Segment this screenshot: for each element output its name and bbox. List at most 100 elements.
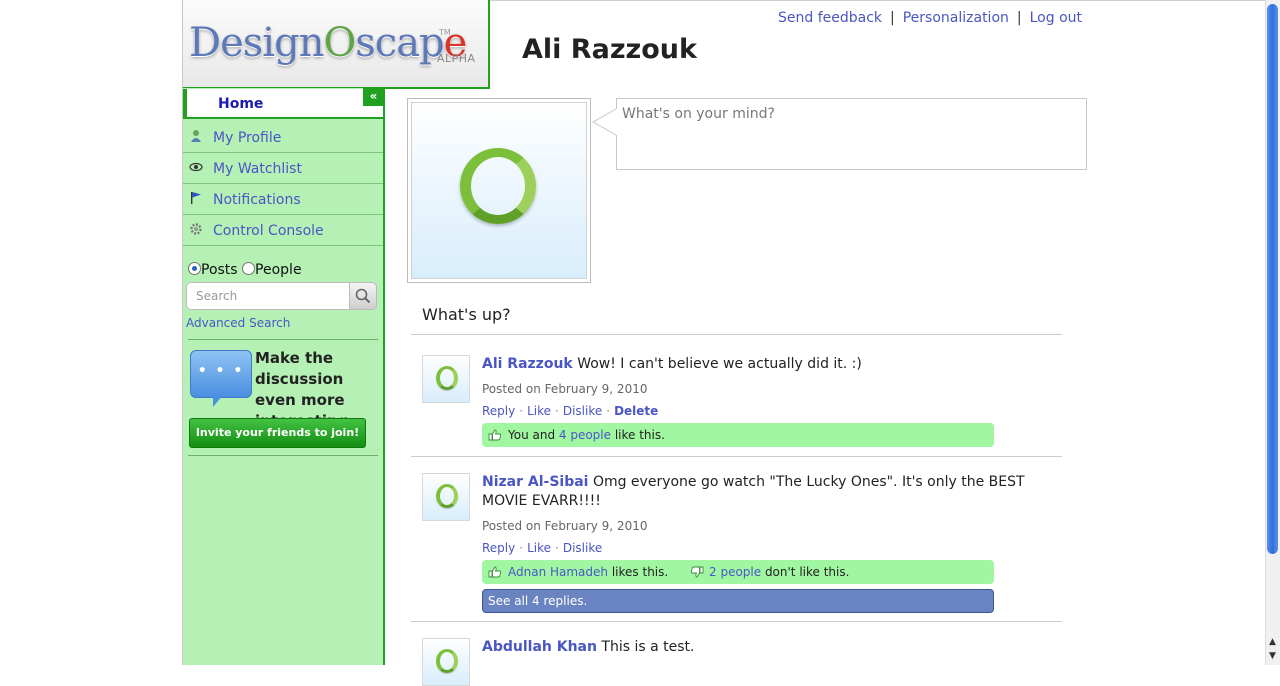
sidebar-item-label: My Profile (213, 130, 282, 146)
gear-icon (189, 222, 203, 236)
sidebar-item-my-profile[interactable]: My Profile (183, 122, 383, 153)
sidebar-item-control-console[interactable]: Control Console (183, 215, 383, 246)
post-author-link[interactable]: Abdullah Khan (482, 639, 597, 655)
post-avatar[interactable] (422, 355, 470, 403)
sidebar-item-label: Control Console (213, 223, 324, 239)
search-button[interactable] (349, 282, 377, 310)
logo-edition: ALPHA (437, 52, 476, 65)
like-link[interactable]: Like (527, 404, 551, 418)
personalization-link[interactable]: Personalization (903, 10, 1009, 26)
avatar-logo-ring (460, 148, 536, 224)
eye-icon (189, 160, 203, 174)
search-input[interactable] (186, 282, 349, 310)
see-all-replies-button[interactable]: See all 4 replies. (482, 589, 994, 613)
post-author-link[interactable]: Ali Razzouk (482, 356, 573, 372)
post-avatar[interactable] (422, 638, 470, 686)
chat-bubble-dots: • • • (197, 363, 245, 379)
scroll-down-icon[interactable]: ▼ (1267, 650, 1278, 662)
action-separator: · (519, 404, 524, 418)
sidebar-item-label: My Watchlist (213, 161, 302, 177)
likes-suffix: likes this. (608, 565, 669, 579)
profile-picture[interactable] (407, 98, 591, 283)
post-text: Wow! I can't believe we actually did it.… (577, 356, 862, 372)
likes-text: You and 4 people like this. (508, 423, 665, 447)
search-box (186, 282, 378, 312)
top-links: Send feedback | Personalization | Log out (778, 10, 1082, 26)
post-divider (411, 621, 1062, 622)
likers-link[interactable]: 4 people (559, 428, 611, 442)
post-body: Nizar Al-Sibai Omg everyone go watch "Th… (482, 473, 1042, 511)
posts-radio[interactable] (188, 262, 201, 275)
likes-text: Adnan Hamadeh likes this. (508, 560, 668, 584)
search-icon (355, 288, 371, 304)
dislike-link[interactable]: Dislike (563, 404, 602, 418)
post-date: Posted on February 9, 2010 (482, 519, 648, 533)
sidebar-item-home[interactable]: Home (183, 89, 383, 119)
people-radio-label[interactable]: People (255, 262, 302, 278)
likes-suffix: like this. (611, 428, 665, 442)
post-body: Abdullah Khan This is a test. (482, 638, 1042, 657)
feed-divider (411, 334, 1062, 335)
post-actions: Reply · Like · Dislike (482, 541, 602, 555)
flag-icon (189, 191, 203, 205)
page-title: Ali Razzouk (522, 34, 697, 65)
thumbs-up-icon (488, 566, 502, 578)
scroll-up-icon[interactable]: ▲ (1267, 636, 1278, 648)
chat-bubble-icon: • • • (190, 350, 252, 407)
action-separator: · (555, 404, 559, 418)
avatar-logo-ring (436, 366, 458, 390)
action-separator: · (555, 541, 559, 555)
posts-radio-label[interactable]: Posts (201, 262, 238, 278)
people-radio[interactable] (242, 262, 256, 275)
feed-title: What's up? (422, 305, 511, 324)
post-text: This is a test. (601, 639, 695, 655)
thumbs-up-icon (488, 429, 502, 441)
post-date: Posted on February 9, 2010 (482, 382, 648, 396)
post-avatar[interactable] (422, 473, 470, 521)
status-pointer-fill (594, 109, 617, 135)
advanced-search-link[interactable]: Advanced Search (186, 316, 290, 330)
sidebar-item-notifications[interactable]: Notifications (183, 184, 383, 215)
likes-summary: You and 4 people like this. (482, 423, 994, 447)
reply-link[interactable]: Reply (482, 404, 515, 418)
link-separator: | (890, 10, 895, 26)
action-separator: · (606, 404, 611, 418)
logo-brand: DesignOscape (189, 20, 467, 66)
post-actions: Reply · Like · Dislike · Delete (482, 404, 658, 418)
post-author-link[interactable]: Nizar Al-Sibai (482, 474, 588, 490)
liker-link[interactable]: Adnan Hamadeh (508, 565, 608, 579)
dislikes-text: 2 people don't like this. (709, 560, 849, 584)
post-divider (411, 456, 1062, 457)
thumbs-down-icon (690, 566, 704, 578)
reply-link[interactable]: Reply (482, 541, 515, 555)
dislike-link[interactable]: Dislike (563, 541, 602, 555)
likes-prefix: You and (508, 428, 559, 442)
action-separator: · (519, 541, 524, 555)
collapse-sidebar-button[interactable]: « (363, 88, 384, 106)
scrollbar-thumb[interactable] (1267, 4, 1278, 554)
avatar-background (411, 102, 587, 279)
link-separator: | (1016, 10, 1022, 26)
send-feedback-link[interactable]: Send feedback (778, 10, 882, 26)
status-placeholder: What's on your mind? (622, 106, 775, 122)
logo-trademark: TM (439, 28, 451, 37)
logout-link[interactable]: Log out (1030, 10, 1082, 26)
avatar-logo-ring (436, 484, 458, 508)
logo[interactable]: DesignOscape TM ALPHA (183, 0, 490, 89)
avatar-logo-ring (436, 649, 458, 673)
sidebar-divider (188, 339, 378, 340)
sidebar-item-label: Notifications (213, 192, 301, 208)
post-body: Ali Razzouk Wow! I can't believe we actu… (482, 355, 1042, 374)
likes-summary: Adnan Hamadeh likes this. 2 people don't… (482, 560, 994, 584)
invite-friends-button[interactable]: Invite your friends to join! (189, 418, 366, 448)
sidebar-item-my-watchlist[interactable]: My Watchlist (183, 153, 383, 184)
search-scope: Posts People (188, 262, 302, 278)
status-pointer-joint (616, 109, 618, 135)
person-icon (189, 129, 203, 143)
dislikes-suffix: don't like this. (761, 565, 850, 579)
delete-link[interactable]: Delete (614, 404, 658, 418)
sidebar-divider (188, 455, 378, 456)
logo-wordmark: DesignOscape (189, 20, 467, 66)
like-link[interactable]: Like (527, 541, 551, 555)
dislikers-link[interactable]: 2 people (709, 565, 761, 579)
